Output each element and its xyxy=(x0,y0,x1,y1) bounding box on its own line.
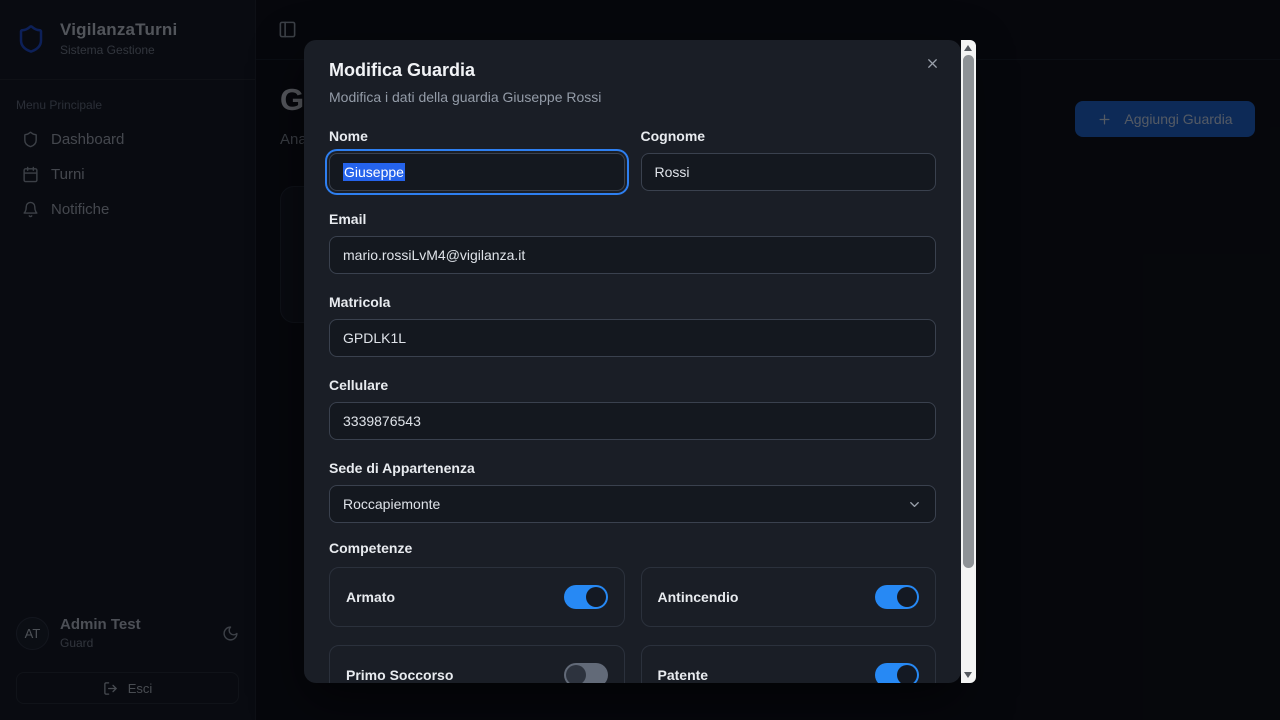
matricola-label: Matricola xyxy=(329,294,936,310)
close-button[interactable] xyxy=(921,52,943,74)
field-cellulare: Cellulare xyxy=(329,377,936,440)
cognome-input[interactable] xyxy=(641,153,937,191)
sede-selected-value: Roccapiemonte xyxy=(343,496,440,512)
primo-soccorso-toggle[interactable] xyxy=(564,663,608,683)
toggle-card-antincendio: Antincendio xyxy=(641,567,937,627)
nome-label: Nome xyxy=(329,128,625,144)
toggle-knob xyxy=(586,587,606,607)
modal-subtitle: Modifica i dati della guardia Giuseppe R… xyxy=(329,89,936,105)
toggle-knob xyxy=(897,665,917,683)
toggle-card-primo-soccorso: Primo Soccorso xyxy=(329,645,625,683)
toggle-knob xyxy=(897,587,917,607)
close-icon xyxy=(925,56,940,71)
primo-soccorso-label: Primo Soccorso xyxy=(346,667,453,683)
field-email: Email xyxy=(329,211,936,274)
antincendio-label: Antincendio xyxy=(658,589,739,605)
patente-label: Patente xyxy=(658,667,709,683)
scrollbar-thumb[interactable] xyxy=(963,55,974,568)
cellulare-label: Cellulare xyxy=(329,377,936,393)
toggle-knob xyxy=(566,665,586,683)
armato-label: Armato xyxy=(346,589,395,605)
toggle-card-armato: Armato xyxy=(329,567,625,627)
antincendio-toggle[interactable] xyxy=(875,585,919,609)
guard-form: Nome Giuseppe Cognome Email Matricola Ce… xyxy=(329,128,936,683)
cognome-label: Cognome xyxy=(641,128,937,144)
matricola-input[interactable] xyxy=(329,319,936,357)
edit-guard-modal: Modifica Guardia Modifica i dati della g… xyxy=(304,40,961,683)
modal-title: Modifica Guardia xyxy=(329,60,936,81)
competenze-label: Competenze xyxy=(329,540,936,556)
field-cognome: Cognome xyxy=(641,128,937,191)
scrollbar-up-arrow[interactable] xyxy=(964,45,972,51)
field-matricola: Matricola xyxy=(329,294,936,357)
field-nome: Nome Giuseppe xyxy=(329,128,625,191)
armato-toggle[interactable] xyxy=(564,585,608,609)
competenze-grid: Armato Antincendio Primo Soccorso Patent… xyxy=(329,567,936,683)
sede-select[interactable]: Roccapiemonte xyxy=(329,485,936,523)
email-input[interactable] xyxy=(329,236,936,274)
scrollbar-down-arrow[interactable] xyxy=(964,672,972,678)
field-sede: Sede di Appartenenza Roccapiemonte xyxy=(329,460,936,523)
email-label: Email xyxy=(329,211,936,227)
nome-selected-text: Giuseppe xyxy=(343,163,405,181)
patente-toggle[interactable] xyxy=(875,663,919,683)
modal-scrollbar[interactable] xyxy=(961,40,976,683)
toggle-card-patente: Patente xyxy=(641,645,937,683)
cellulare-input[interactable] xyxy=(329,402,936,440)
nome-input[interactable]: Giuseppe xyxy=(329,153,625,191)
sede-label: Sede di Appartenenza xyxy=(329,460,936,476)
chevron-down-icon xyxy=(907,497,922,512)
